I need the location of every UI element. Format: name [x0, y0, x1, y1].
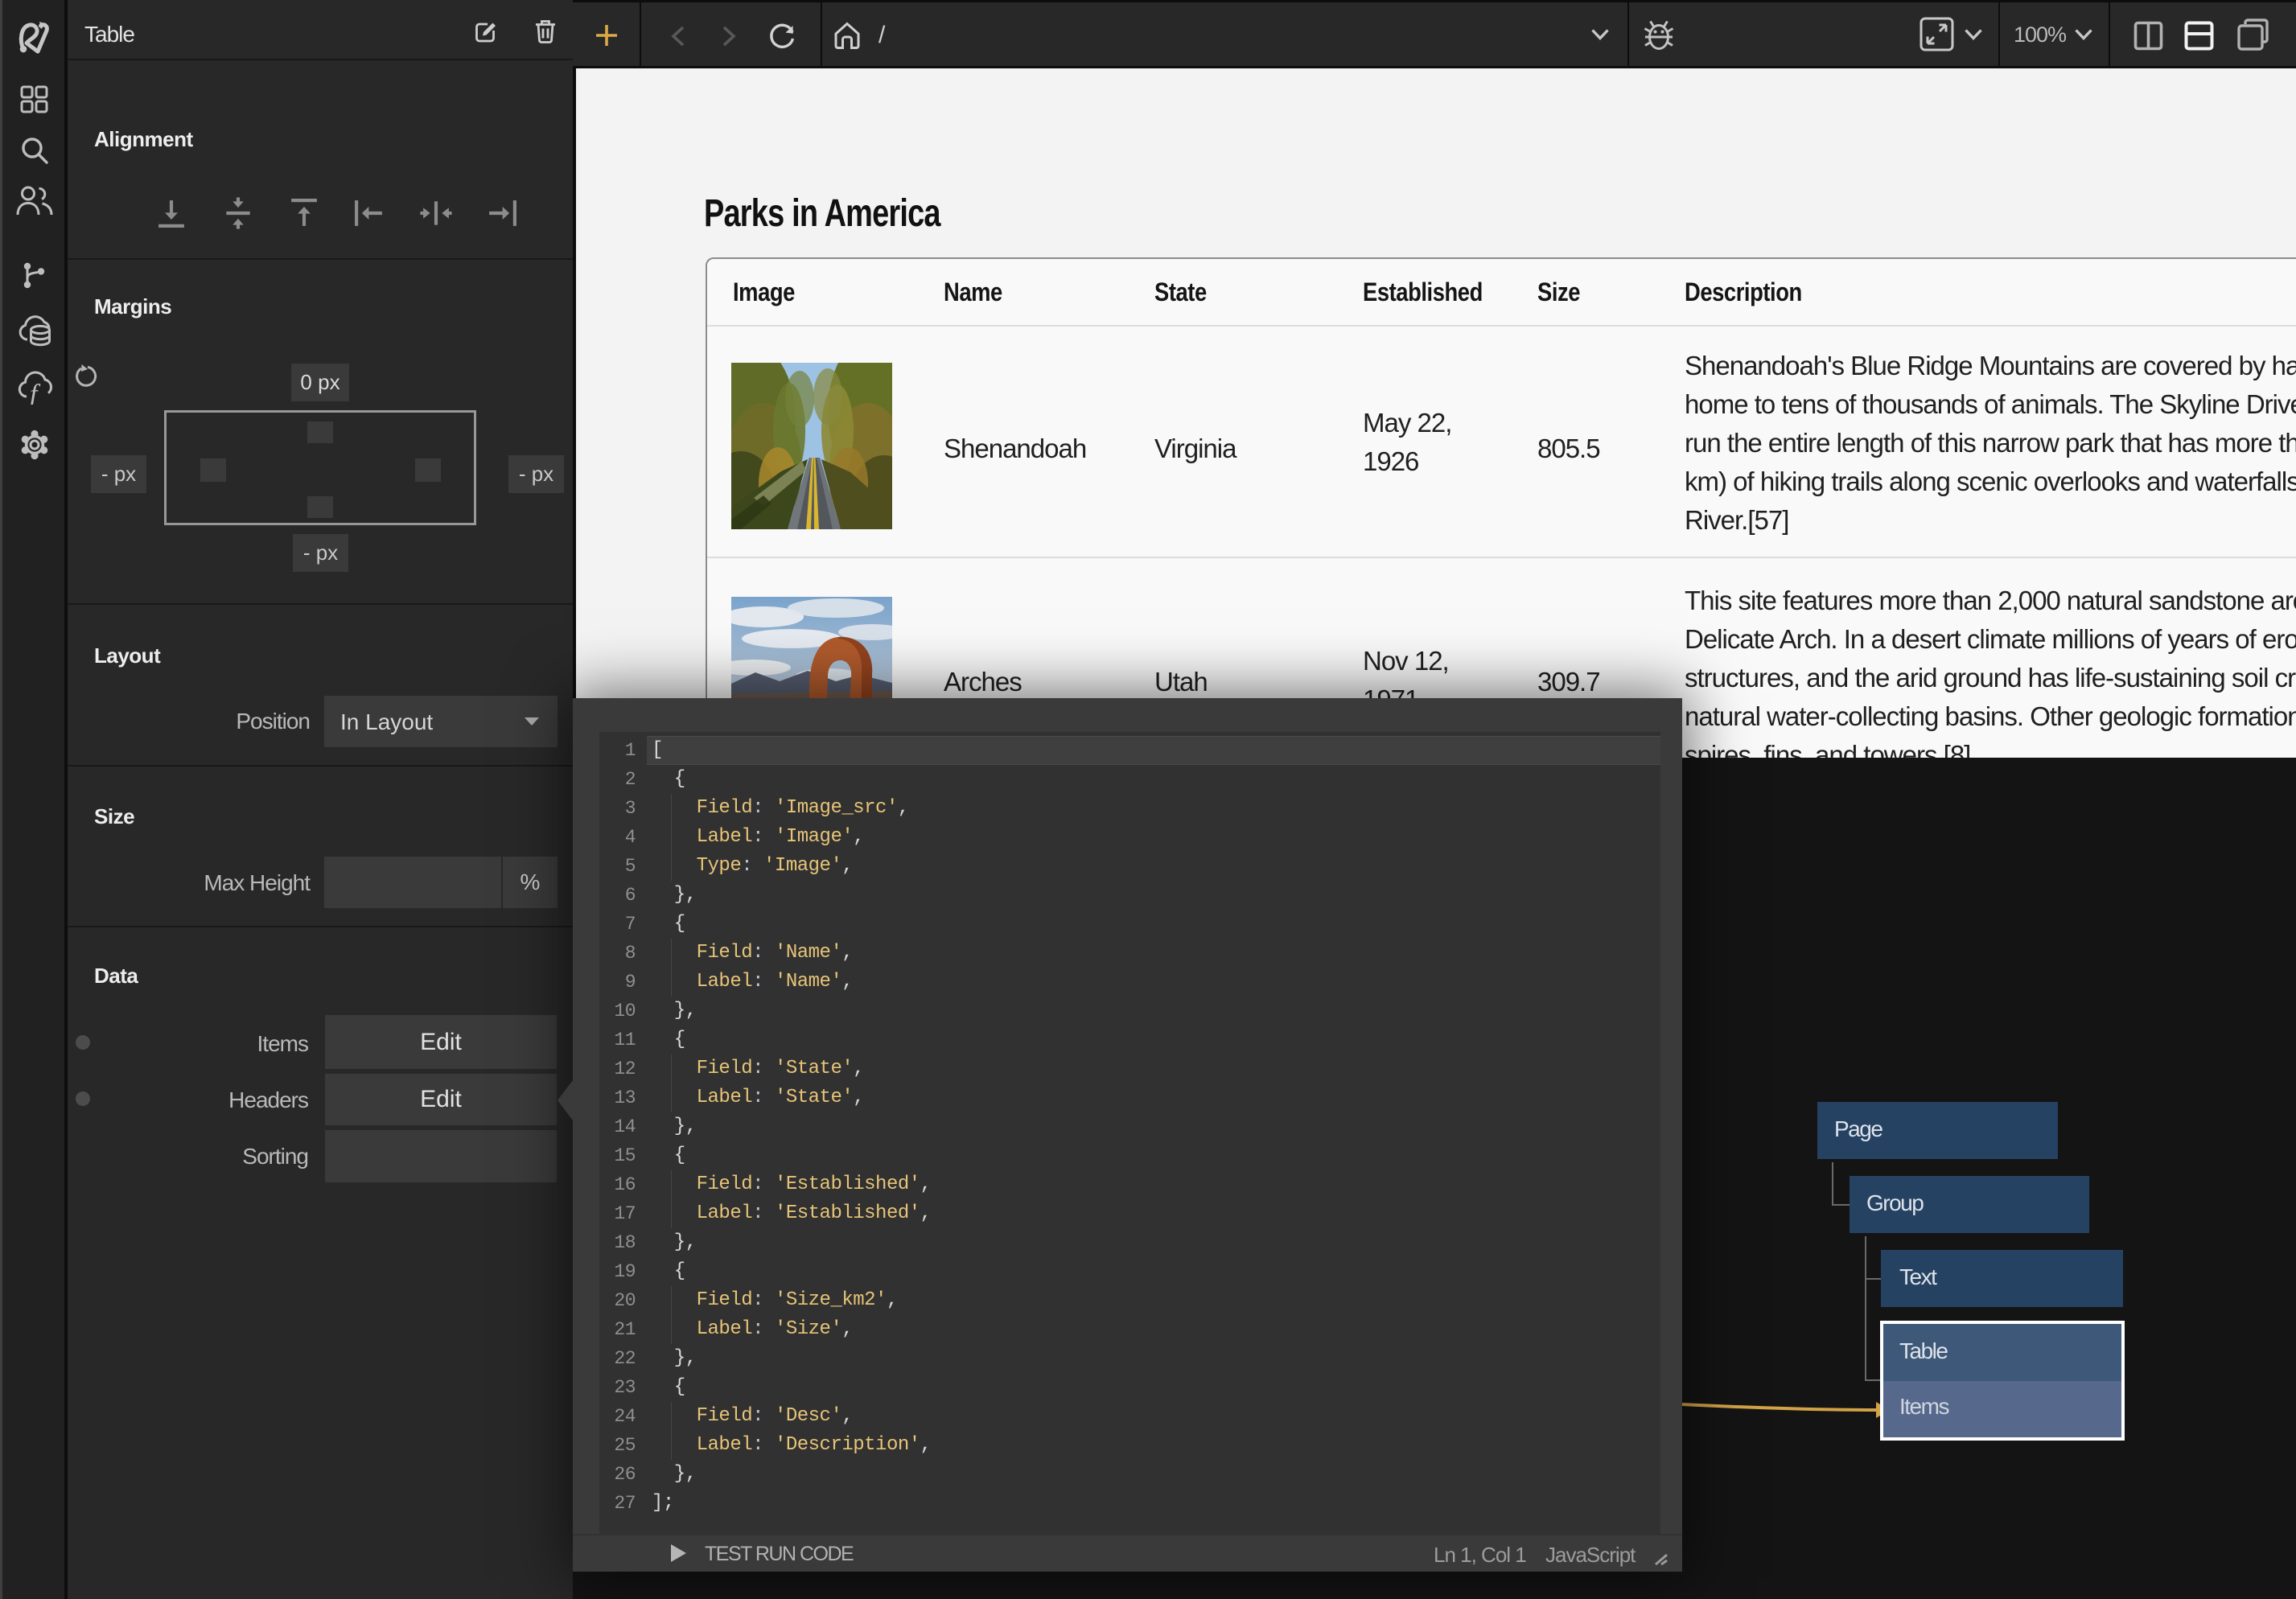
svg-text:f: f	[30, 380, 41, 405]
